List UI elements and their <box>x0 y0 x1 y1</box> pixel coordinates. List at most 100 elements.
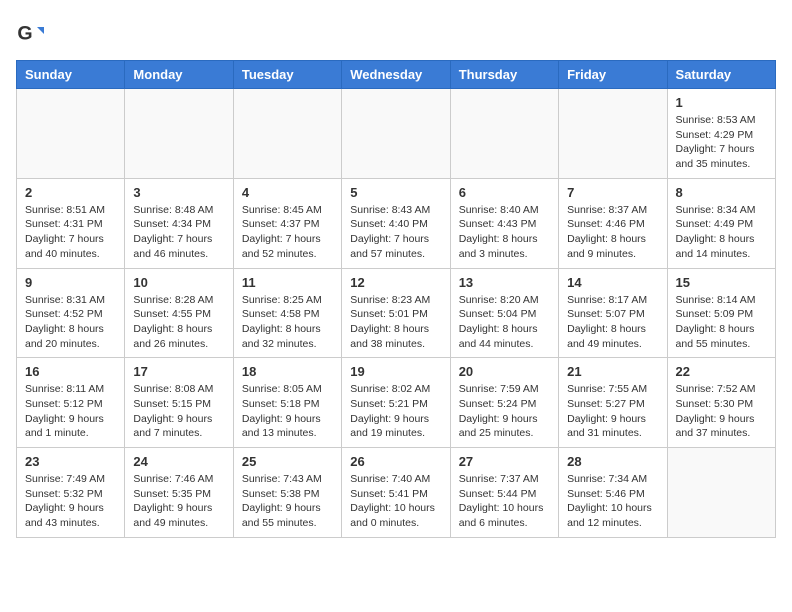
calendar-week-row: 9 Sunrise: 8:31 AM Sunset: 4:52 PM Daylig… <box>17 268 776 358</box>
calendar-day-cell: 2 Sunrise: 8:51 AM Sunset: 4:31 PM Daylig… <box>17 178 125 268</box>
day-info: Sunrise: 8:48 AM Sunset: 4:34 PM Dayligh… <box>133 203 224 262</box>
day-info: Sunrise: 8:43 AM Sunset: 4:40 PM Dayligh… <box>350 203 441 262</box>
day-info: Sunrise: 8:11 AM Sunset: 5:12 PM Dayligh… <box>25 382 116 441</box>
calendar-week-row: 16 Sunrise: 8:11 AM Sunset: 5:12 PM Dayli… <box>17 358 776 448</box>
day-number: 18 <box>242 364 333 379</box>
calendar-day-cell: 19 Sunrise: 8:02 AM Sunset: 5:21 PM Dayli… <box>342 358 450 448</box>
calendar-day-cell: 6Sunrise: 8:40 AM Sunset: 4:43 PM Daylig… <box>450 178 558 268</box>
day-info: Sunrise: 8:28 AM Sunset: 4:55 PM Dayligh… <box>133 293 224 352</box>
svg-text:G: G <box>17 23 32 45</box>
day-info: Sunrise: 7:34 AM Sunset: 5:46 PM Dayligh… <box>567 472 658 531</box>
header: G <box>16 16 776 48</box>
day-number: 12 <box>350 275 441 290</box>
day-info: Sunrise: 7:46 AM Sunset: 5:35 PM Dayligh… <box>133 472 224 531</box>
weekday-header-thursday: Thursday <box>450 61 558 89</box>
calendar-day-cell: 13Sunrise: 8:20 AM Sunset: 5:04 PM Dayli… <box>450 268 558 358</box>
day-info: Sunrise: 7:49 AM Sunset: 5:32 PM Dayligh… <box>25 472 116 531</box>
day-number: 20 <box>459 364 550 379</box>
calendar-day-cell: 27 Sunrise: 7:37 AM Sunset: 5:44 PM Dayli… <box>450 448 558 538</box>
day-info: Sunrise: 8:51 AM Sunset: 4:31 PM Dayligh… <box>25 203 116 262</box>
day-number: 7 <box>567 185 658 200</box>
day-info: Sunrise: 7:43 AM Sunset: 5:38 PM Dayligh… <box>242 472 333 531</box>
day-number: 25 <box>242 454 333 469</box>
calendar-day-cell: 17 Sunrise: 8:08 AM Sunset: 5:15 PM Dayli… <box>125 358 233 448</box>
day-info: Sunrise: 7:52 AM Sunset: 5:30 PM Dayligh… <box>676 382 767 441</box>
calendar-day-cell: 3 Sunrise: 8:48 AM Sunset: 4:34 PM Daylig… <box>125 178 233 268</box>
calendar-day-cell: 8 Sunrise: 8:34 AM Sunset: 4:49 PM Daylig… <box>667 178 775 268</box>
calendar-day-cell: 21 Sunrise: 7:55 AM Sunset: 5:27 PM Dayli… <box>559 358 667 448</box>
day-number: 24 <box>133 454 224 469</box>
day-number: 26 <box>350 454 441 469</box>
calendar-day-cell <box>233 89 341 179</box>
day-info: Sunrise: 7:37 AM Sunset: 5:44 PM Dayligh… <box>459 472 550 531</box>
calendar-day-cell: 14 Sunrise: 8:17 AM Sunset: 5:07 PM Dayli… <box>559 268 667 358</box>
day-number: 11 <box>242 275 333 290</box>
calendar-day-cell: 15 Sunrise: 8:14 AM Sunset: 5:09 PM Dayli… <box>667 268 775 358</box>
calendar-day-cell: 10 Sunrise: 8:28 AM Sunset: 4:55 PM Dayli… <box>125 268 233 358</box>
calendar-day-cell: 22Sunrise: 7:52 AM Sunset: 5:30 PM Dayli… <box>667 358 775 448</box>
weekday-header-saturday: Saturday <box>667 61 775 89</box>
day-info: Sunrise: 8:53 AM Sunset: 4:29 PM Dayligh… <box>676 113 767 172</box>
day-number: 2 <box>25 185 116 200</box>
day-number: 9 <box>25 275 116 290</box>
day-number: 21 <box>567 364 658 379</box>
weekday-header-row: SundayMondayTuesdayWednesdayThursdayFrid… <box>17 61 776 89</box>
weekday-header-tuesday: Tuesday <box>233 61 341 89</box>
calendar-day-cell: 23 Sunrise: 7:49 AM Sunset: 5:32 PM Dayli… <box>17 448 125 538</box>
calendar-day-cell <box>342 89 450 179</box>
weekday-header-sunday: Sunday <box>17 61 125 89</box>
day-info: Sunrise: 7:40 AM Sunset: 5:41 PM Dayligh… <box>350 472 441 531</box>
calendar-day-cell: 5 Sunrise: 8:43 AM Sunset: 4:40 PM Daylig… <box>342 178 450 268</box>
day-number: 27 <box>459 454 550 469</box>
day-info: Sunrise: 8:02 AM Sunset: 5:21 PM Dayligh… <box>350 382 441 441</box>
calendar-day-cell: 26 Sunrise: 7:40 AM Sunset: 5:41 PM Dayli… <box>342 448 450 538</box>
day-number: 23 <box>25 454 116 469</box>
logo: G <box>16 20 48 48</box>
day-number: 15 <box>676 275 767 290</box>
calendar-day-cell <box>17 89 125 179</box>
day-number: 19 <box>350 364 441 379</box>
weekday-header-wednesday: Wednesday <box>342 61 450 89</box>
calendar-day-cell: 20 Sunrise: 7:59 AM Sunset: 5:24 PM Dayli… <box>450 358 558 448</box>
day-info: Sunrise: 8:45 AM Sunset: 4:37 PM Dayligh… <box>242 203 333 262</box>
day-info: Sunrise: 8:08 AM Sunset: 5:15 PM Dayligh… <box>133 382 224 441</box>
day-number: 14 <box>567 275 658 290</box>
day-number: 3 <box>133 185 224 200</box>
logo-icon: G <box>16 20 44 48</box>
calendar-week-row: 2 Sunrise: 8:51 AM Sunset: 4:31 PM Daylig… <box>17 178 776 268</box>
day-info: Sunrise: 8:23 AM Sunset: 5:01 PM Dayligh… <box>350 293 441 352</box>
day-info: Sunrise: 8:37 AM Sunset: 4:46 PM Dayligh… <box>567 203 658 262</box>
calendar-day-cell: 9 Sunrise: 8:31 AM Sunset: 4:52 PM Daylig… <box>17 268 125 358</box>
calendar-day-cell: 1 Sunrise: 8:53 AM Sunset: 4:29 PM Daylig… <box>667 89 775 179</box>
day-info: Sunrise: 8:14 AM Sunset: 5:09 PM Dayligh… <box>676 293 767 352</box>
day-info: Sunrise: 7:59 AM Sunset: 5:24 PM Dayligh… <box>459 382 550 441</box>
calendar-day-cell: 7 Sunrise: 8:37 AM Sunset: 4:46 PM Daylig… <box>559 178 667 268</box>
calendar-day-cell: 4 Sunrise: 8:45 AM Sunset: 4:37 PM Daylig… <box>233 178 341 268</box>
calendar-day-cell: 11 Sunrise: 8:25 AM Sunset: 4:58 PM Dayli… <box>233 268 341 358</box>
day-number: 1 <box>676 95 767 110</box>
calendar-week-row: 1 Sunrise: 8:53 AM Sunset: 4:29 PM Daylig… <box>17 89 776 179</box>
day-info: Sunrise: 8:31 AM Sunset: 4:52 PM Dayligh… <box>25 293 116 352</box>
day-number: 5 <box>350 185 441 200</box>
day-number: 8 <box>676 185 767 200</box>
calendar-table: SundayMondayTuesdayWednesdayThursdayFrid… <box>16 60 776 538</box>
calendar-day-cell: 25 Sunrise: 7:43 AM Sunset: 5:38 PM Dayli… <box>233 448 341 538</box>
calendar-week-row: 23 Sunrise: 7:49 AM Sunset: 5:32 PM Dayli… <box>17 448 776 538</box>
day-info: Sunrise: 8:17 AM Sunset: 5:07 PM Dayligh… <box>567 293 658 352</box>
day-info: Sunrise: 8:25 AM Sunset: 4:58 PM Dayligh… <box>242 293 333 352</box>
calendar-day-cell: 28 Sunrise: 7:34 AM Sunset: 5:46 PM Dayli… <box>559 448 667 538</box>
day-number: 17 <box>133 364 224 379</box>
day-number: 28 <box>567 454 658 469</box>
calendar-day-cell <box>450 89 558 179</box>
calendar-day-cell: 16 Sunrise: 8:11 AM Sunset: 5:12 PM Dayli… <box>17 358 125 448</box>
day-number: 10 <box>133 275 224 290</box>
day-info: Sunrise: 7:55 AM Sunset: 5:27 PM Dayligh… <box>567 382 658 441</box>
day-number: 16 <box>25 364 116 379</box>
calendar-day-cell: 24 Sunrise: 7:46 AM Sunset: 5:35 PM Dayli… <box>125 448 233 538</box>
calendar-day-cell <box>125 89 233 179</box>
calendar-day-cell: 18Sunrise: 8:05 AM Sunset: 5:18 PM Dayli… <box>233 358 341 448</box>
day-number: 4 <box>242 185 333 200</box>
calendar-day-cell: 12 Sunrise: 8:23 AM Sunset: 5:01 PM Dayli… <box>342 268 450 358</box>
day-info: Sunrise: 8:34 AM Sunset: 4:49 PM Dayligh… <box>676 203 767 262</box>
weekday-header-friday: Friday <box>559 61 667 89</box>
